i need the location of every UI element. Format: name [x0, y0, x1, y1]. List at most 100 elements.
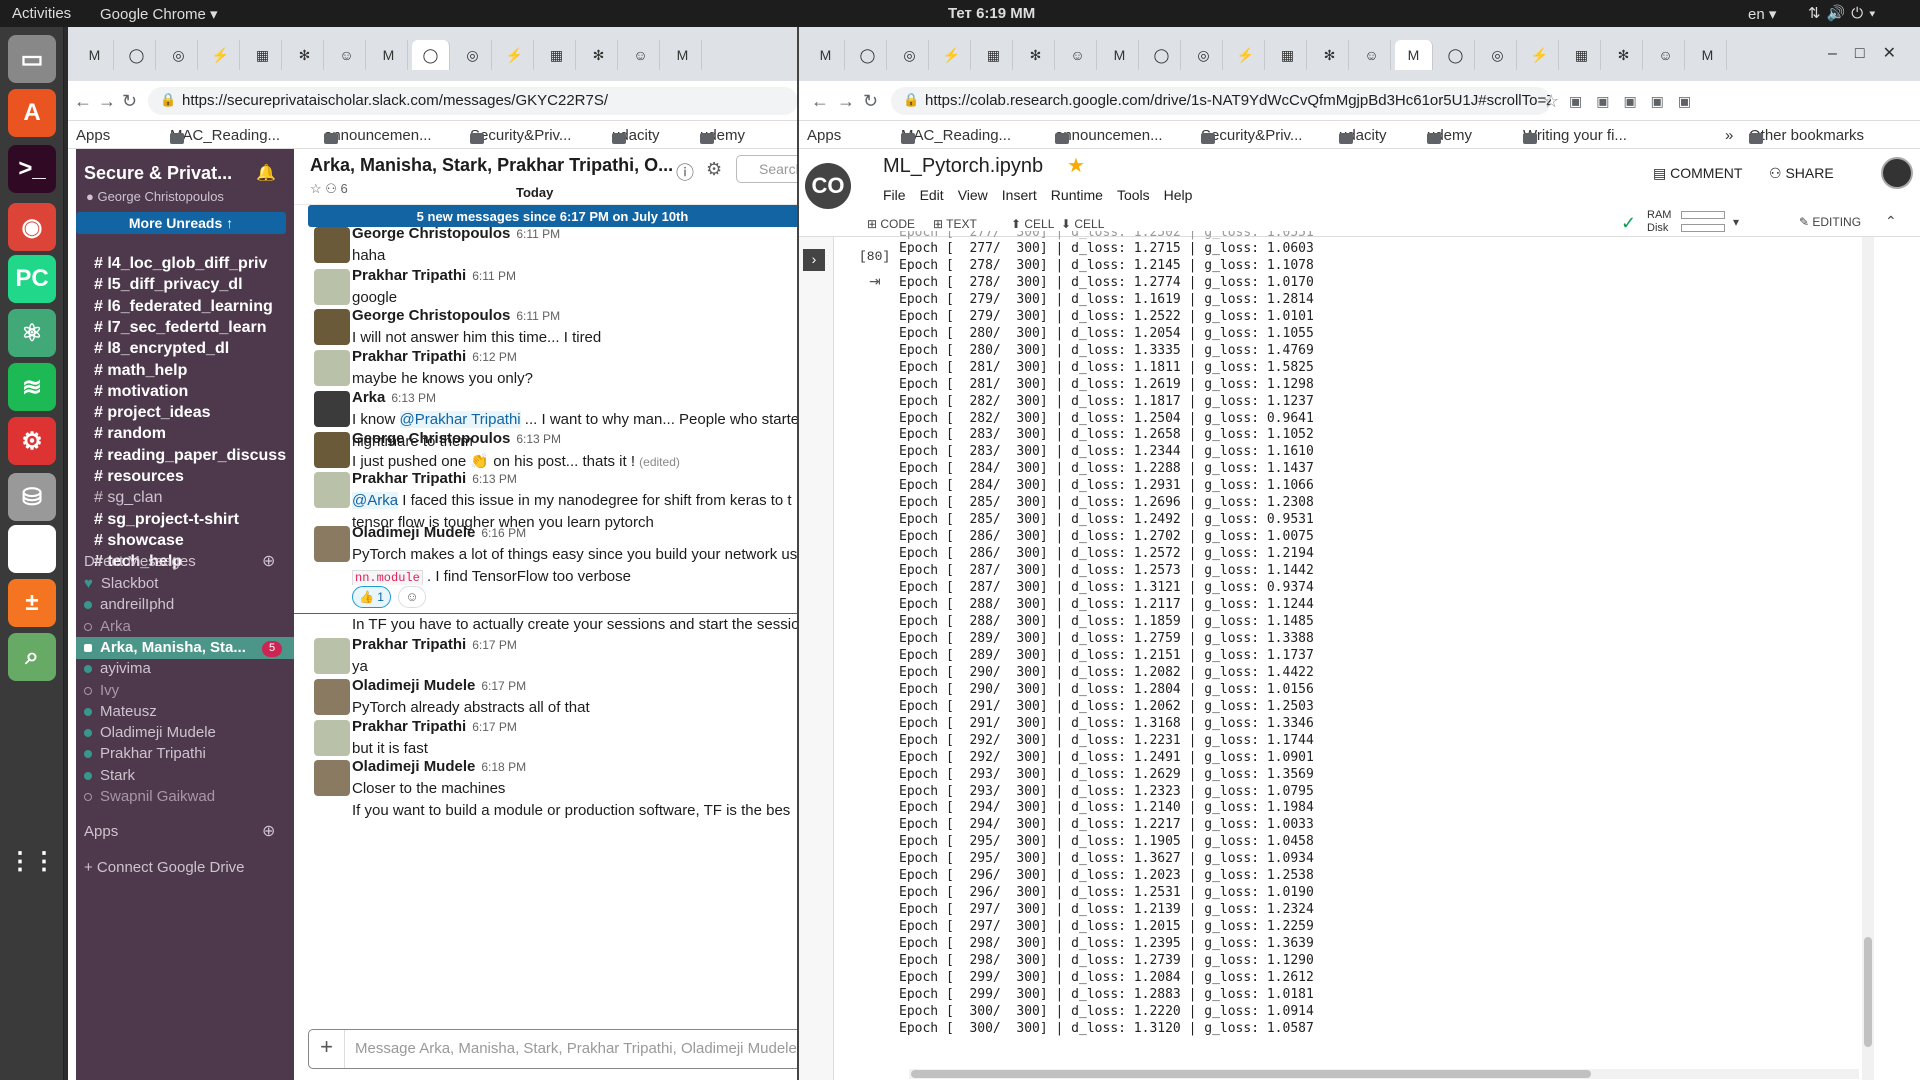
software-icon[interactable]: A	[8, 89, 56, 137]
bookmark-item[interactable]: Apps	[76, 127, 110, 144]
browser-tab[interactable]: M	[1101, 40, 1139, 70]
dm-arka[interactable]: Arka	[84, 618, 131, 635]
back-icon[interactable]: ←	[811, 91, 829, 112]
menu-help[interactable]: Help	[1164, 187, 1193, 203]
author-name[interactable]: Oladimeji Mudele	[352, 524, 475, 541]
bookmark-item[interactable]: udemy	[1427, 127, 1472, 144]
move-cell-down-button[interactable]: ⬇ CELL	[1061, 217, 1104, 231]
browser-tab[interactable]: ◎	[454, 40, 492, 70]
browser-tab[interactable]: ⚡	[933, 40, 971, 70]
message-author[interactable]: Prakhar Tripathi 6:17 PM	[352, 718, 517, 735]
message-time[interactable]: 6:13 PM	[472, 472, 517, 486]
avatar[interactable]	[314, 720, 350, 756]
colab-logo[interactable]: CO	[805, 163, 851, 209]
browser-tab[interactable]: ✻	[580, 40, 618, 70]
app-grid-icon[interactable]: ⋮⋮	[8, 837, 56, 885]
atom-icon[interactable]: ⚛	[8, 309, 56, 357]
spotify-icon[interactable]: ≋	[8, 363, 56, 411]
message-composer[interactable]: + Message Arka, Manisha, Stark, Prakhar …	[308, 1029, 797, 1069]
channel-l7_sec_federtd_learn[interactable]: # l7_sec_federtd_learn	[94, 319, 267, 337]
browser-tab[interactable]: M	[76, 40, 114, 70]
browser-tab[interactable]: ⚡	[496, 40, 534, 70]
dm-oladimeji[interactable]: Oladimeji Mudele	[84, 724, 216, 741]
message-author[interactable]: Oladimeji Mudele 6:16 PM	[352, 524, 526, 541]
message-time[interactable]: 6:16 PM	[481, 526, 526, 540]
channel-random[interactable]: # random	[94, 425, 166, 443]
vertical-scrollbar[interactable]	[1862, 237, 1874, 1080]
new-messages-banner[interactable]: 5 new messages since 6:17 PM on July 10t…	[308, 205, 797, 227]
viewer-icon[interactable]: ⌕	[8, 633, 56, 681]
browser-tab[interactable]: ✻	[286, 40, 324, 70]
message-author[interactable]: Oladimeji Mudele 6:17 PM	[352, 677, 526, 694]
browser-tab[interactable]: ⚡	[1521, 40, 1559, 70]
calculator-icon[interactable]: ±	[8, 579, 56, 627]
chat-subtitle[interactable]: ☆ ⚇ 6	[310, 181, 348, 197]
menu-runtime[interactable]: Runtime	[1051, 187, 1103, 203]
terminal-icon[interactable]: >_	[8, 145, 56, 193]
system-tray[interactable]: ⇅🔊⏻▾	[1808, 4, 1881, 22]
clock[interactable]: Тет 6:19 MM	[948, 5, 1035, 22]
reaction-thumbs-up[interactable]: 👍 1	[352, 586, 391, 608]
browser-tab[interactable]: ◯	[118, 40, 156, 70]
unread-badge[interactable]: 5	[262, 640, 282, 657]
avatar[interactable]	[314, 760, 350, 796]
bookmark-item[interactable]: MAC_Reading...	[901, 127, 1011, 144]
bookmark-item[interactable]: Security&Priv...	[1201, 127, 1302, 144]
browser-tab[interactable]: ◎	[160, 40, 198, 70]
menu-insert[interactable]: Insert	[1002, 187, 1037, 203]
add-dm-icon[interactable]: ⊕	[262, 551, 275, 571]
browser-tab[interactable]: ▦	[1269, 40, 1307, 70]
bookmark-item[interactable]: udacity	[612, 127, 660, 144]
author-name[interactable]: Prakhar Tripathi	[352, 348, 466, 365]
message-time[interactable]: 6:11 PM	[516, 227, 560, 241]
message-author[interactable]: Prakhar Tripathi 6:17 PM	[352, 636, 517, 653]
avatar[interactable]	[314, 638, 350, 674]
bookmark-item[interactable]: Security&Priv...	[470, 127, 571, 144]
menu-tools[interactable]: Tools	[1117, 187, 1150, 203]
comment-button[interactable]: ▤ COMMENT	[1653, 165, 1742, 182]
message-author[interactable]: Prakhar Tripathi 6:11 PM	[352, 267, 516, 284]
message-author[interactable]: George Christopoulos 6:11 PM	[352, 307, 560, 324]
browser-tab[interactable]: ◎	[1185, 40, 1223, 70]
author-name[interactable]: Prakhar Tripathi	[352, 470, 466, 487]
message-time[interactable]: 6:13 PM	[516, 432, 561, 446]
browser-tab[interactable]: M	[1689, 40, 1727, 70]
forward-icon[interactable]: →	[837, 91, 855, 112]
dm-prakhar[interactable]: Prakhar Tripathi	[84, 745, 206, 762]
message-time[interactable]: 6:18 PM	[481, 760, 526, 774]
browser-tab[interactable]: ◎	[1479, 40, 1517, 70]
apps-header[interactable]: Apps	[84, 823, 118, 840]
avatar[interactable]	[314, 309, 350, 345]
app-menu[interactable]: Google Chrome ▾	[100, 5, 218, 23]
connect-drive-link[interactable]: + Connect Google Drive	[84, 859, 245, 876]
add-app-icon[interactable]: ⊕	[262, 821, 275, 841]
channel-reading_paper_discuss[interactable]: # reading_paper_discuss	[94, 447, 286, 465]
avatar[interactable]	[314, 227, 350, 263]
browser-tab[interactable]: ◎	[891, 40, 929, 70]
author-name[interactable]: Prakhar Tripathi	[352, 636, 466, 653]
dm-mateusz[interactable]: Mateusz	[84, 703, 157, 720]
author-name[interactable]: George Christopoulos	[352, 430, 510, 447]
chevron-down-icon[interactable]: ▾	[1733, 215, 1739, 229]
settings-icon[interactable]: ⚙	[8, 417, 56, 465]
avatar[interactable]	[314, 432, 350, 468]
attach-button[interactable]: +	[309, 1030, 345, 1068]
more-unreads-button[interactable]: More Unreads ↑	[76, 212, 286, 234]
add-reaction-icon[interactable]: ☺	[398, 586, 426, 608]
message-time[interactable]: 6:11 PM	[516, 309, 560, 323]
channel-l4_loc_glob_diff_priv[interactable]: # l4_loc_glob_diff_priv	[94, 255, 267, 273]
output-icon[interactable]: ⇥	[869, 273, 881, 290]
author-name[interactable]: Oladimeji Mudele	[352, 677, 475, 694]
add-code-button[interactable]: ⊞ CODE	[867, 217, 915, 231]
author-name[interactable]: George Christopoulos	[352, 307, 510, 324]
channel-motivation[interactable]: # motivation	[94, 383, 188, 401]
dm-header[interactable]: Direct Messages	[84, 553, 196, 570]
channel-sg_project-t-shirt[interactable]: # sg_project-t-shirt	[94, 511, 239, 529]
browser-tab[interactable]: ✻	[1311, 40, 1349, 70]
menu-view[interactable]: View	[958, 187, 988, 203]
files-icon[interactable]: ▭	[8, 35, 56, 83]
browser-tab[interactable]: ✻	[1017, 40, 1055, 70]
back-icon[interactable]: ←	[74, 91, 92, 112]
message-time[interactable]: 6:13 PM	[391, 391, 436, 405]
author-name[interactable]: Oladimeji Mudele	[352, 758, 475, 775]
